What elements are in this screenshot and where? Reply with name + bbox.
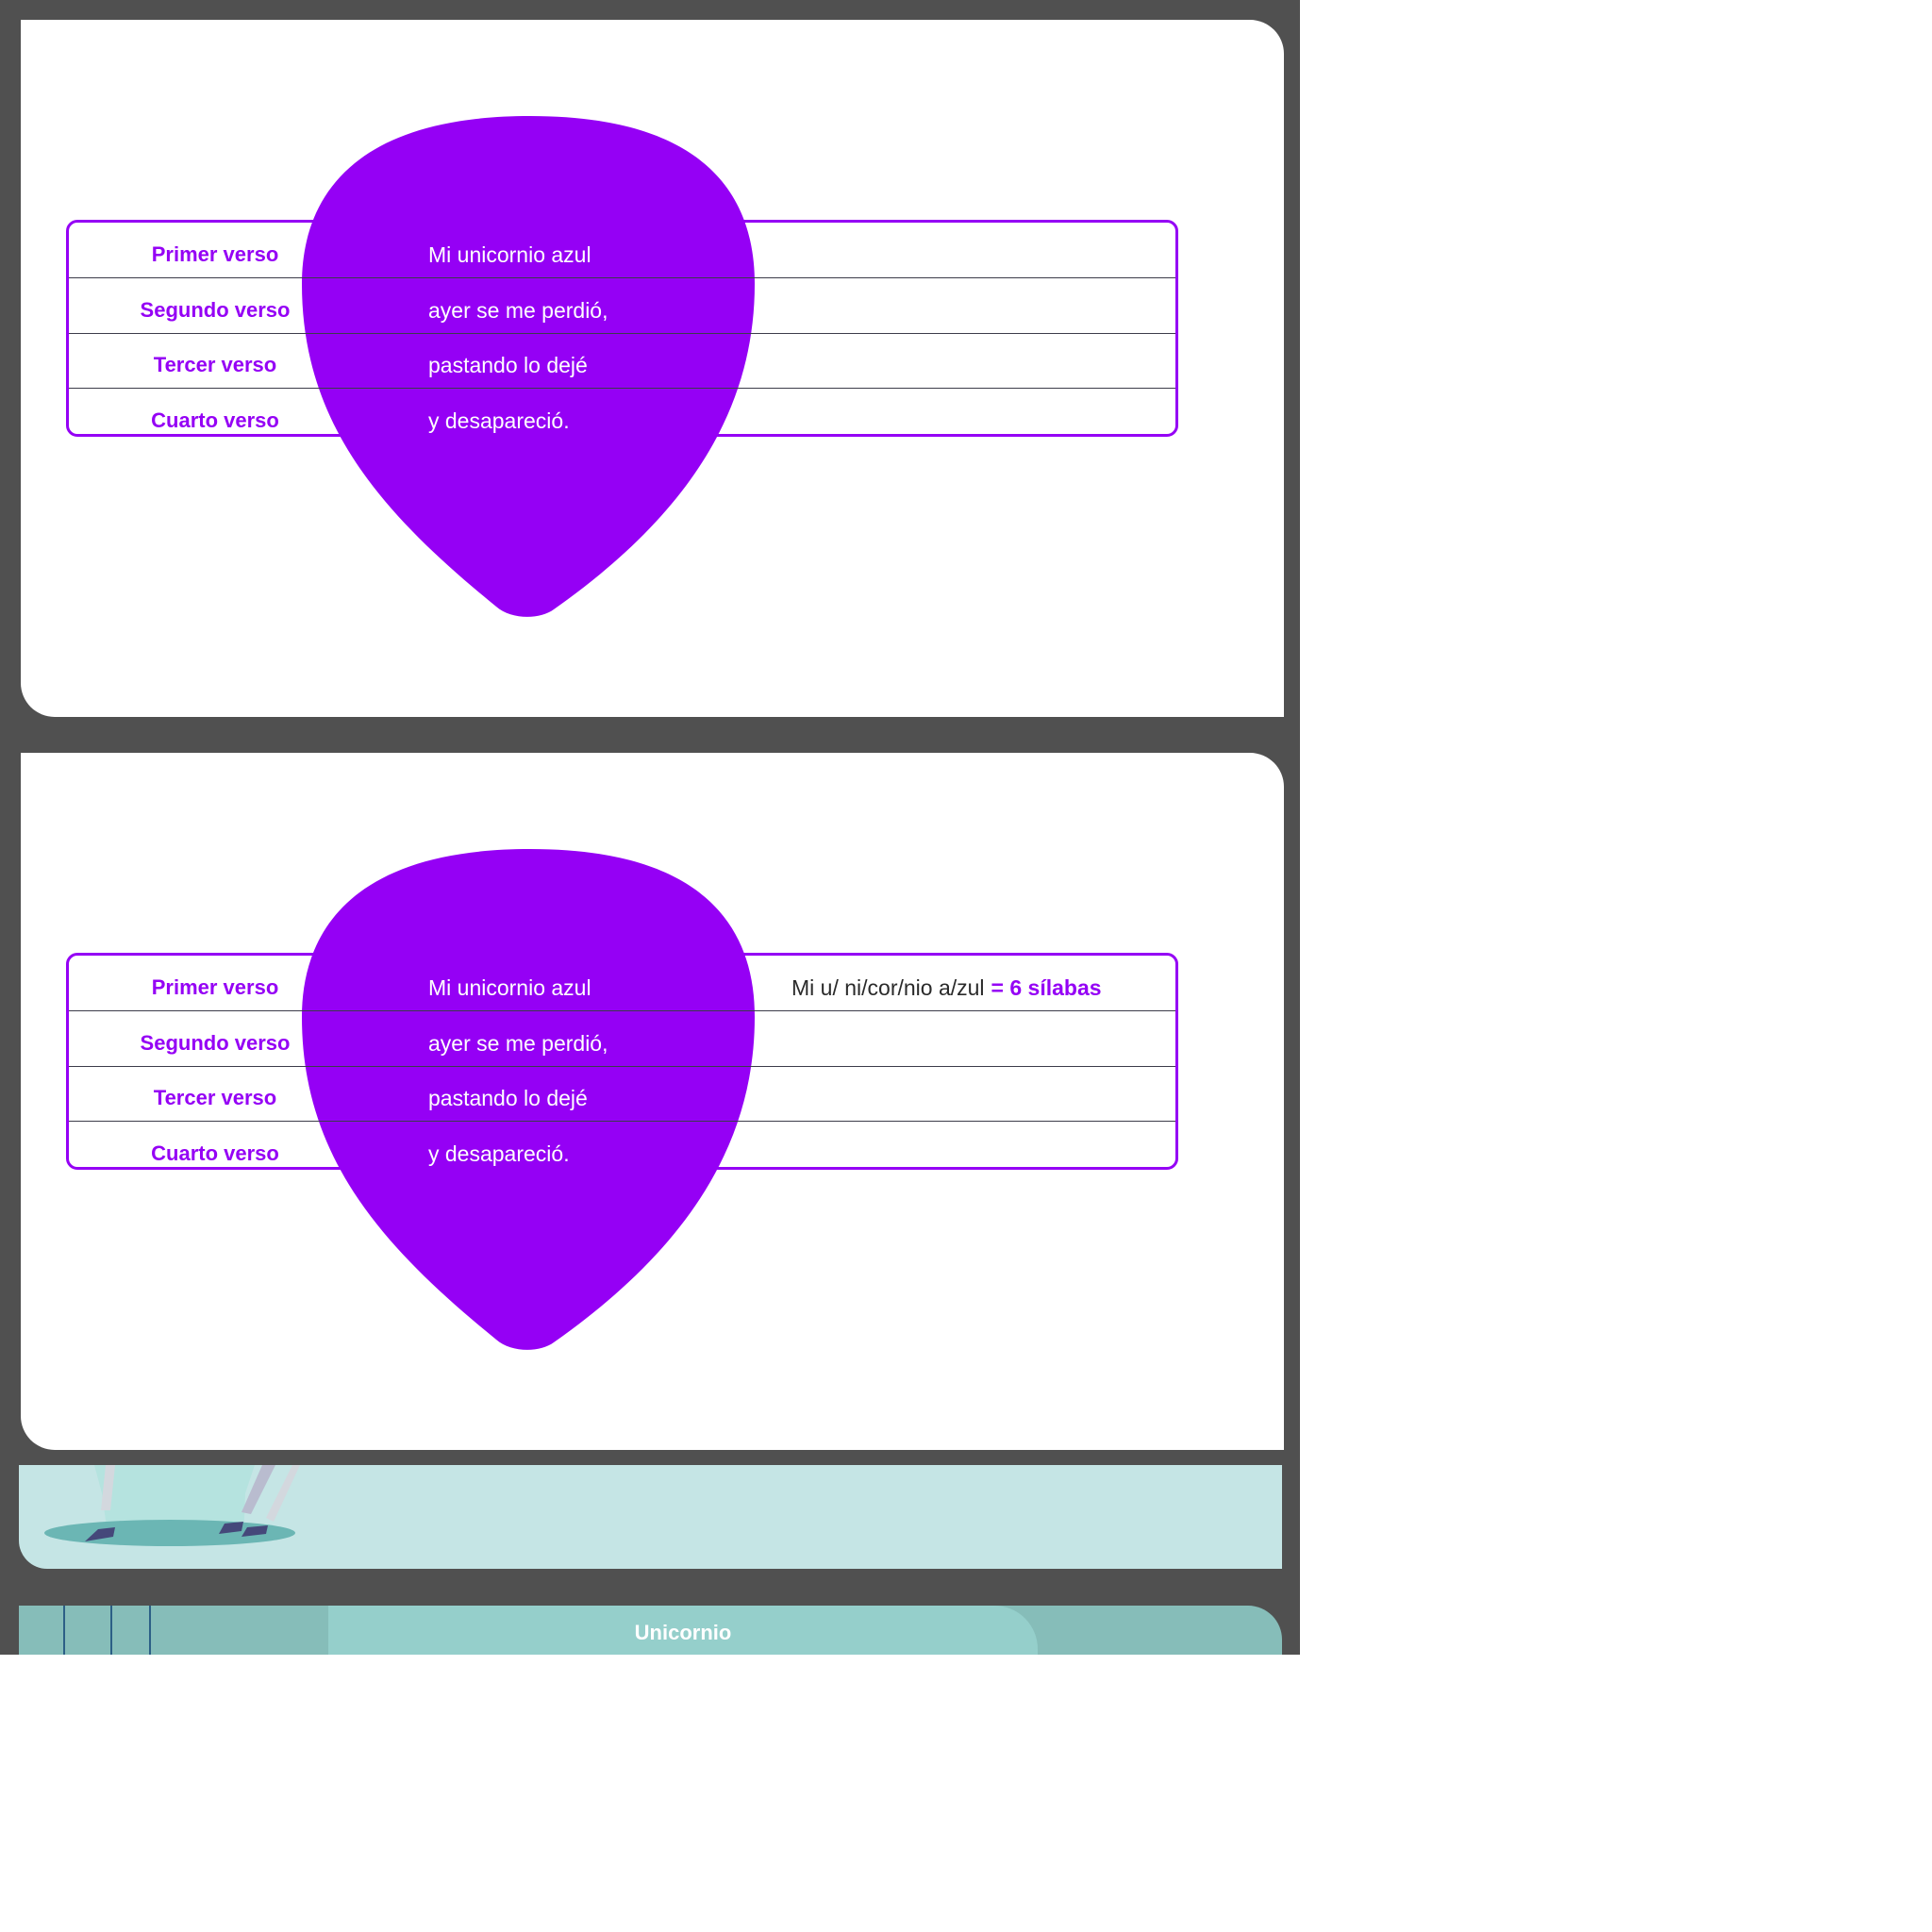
verse-label: Cuarto verso [151, 1141, 279, 1165]
syllable-count: = 6 sílabas [991, 974, 1102, 1000]
slide-2[interactable]: Primer verso Mi unicornio azul Mi u/ ni/… [21, 753, 1284, 1450]
table-row: Segundo verso ayer se me perdió, [69, 278, 1175, 334]
verse-text: y desapareció. [428, 408, 570, 433]
table-row: Tercer verso pastando lo dejé [69, 333, 1175, 389]
verse-label: Tercer verso [153, 353, 277, 376]
verse-text: Mi unicornio azul [428, 974, 591, 1000]
verse-text: Mi unicornio azul [428, 242, 591, 267]
divider-line [63, 1606, 65, 1655]
table-row: Segundo verso ayer se me perdió, [69, 1011, 1175, 1067]
divider-line [110, 1606, 112, 1655]
slide-title-banner: Unicornio [328, 1606, 1038, 1655]
table-row: Cuarto verso y desapareció. [69, 1122, 1175, 1176]
slide-1[interactable]: Primer verso Mi unicornio azul Segundo v… [21, 20, 1284, 717]
verse-label: Tercer verso [153, 1086, 277, 1109]
table-row: Tercer verso pastando lo dejé [69, 1066, 1175, 1122]
verse-label: Cuarto verso [151, 408, 279, 432]
verse-text: pastando lo dejé [428, 352, 588, 377]
slide-3-partial[interactable] [19, 1465, 1282, 1569]
table-row: Primer verso Mi unicornio azul Mi u/ ni/… [69, 956, 1175, 1011]
verse-table: Primer verso Mi unicornio azul Segundo v… [66, 220, 1178, 437]
syllable-split: Mi u/ ni/cor/nio a/zul [791, 974, 985, 1000]
verse-label: Segundo verso [140, 1031, 291, 1055]
slide-title: Unicornio [634, 1621, 732, 1644]
slide-viewer[interactable]: Primer verso Mi unicornio azul Segundo v… [0, 0, 1300, 1655]
verse-label: Primer verso [151, 975, 279, 999]
verse-label: Segundo verso [140, 298, 291, 322]
table-row: Primer verso Mi unicornio azul [69, 223, 1175, 278]
table-row: Cuarto verso y desapareció. [69, 389, 1175, 443]
verse-table: Primer verso Mi unicornio azul Mi u/ ni/… [66, 953, 1178, 1170]
divider-line [149, 1606, 151, 1655]
unicorn-legs-illustration [44, 1465, 300, 1546]
verse-text: ayer se me perdió, [428, 1030, 608, 1056]
verse-text: y desapareció. [428, 1141, 570, 1166]
verse-label: Primer verso [151, 242, 279, 266]
syllable-division: Mi u/ ni/cor/nio a/zul = 6 sílabas [791, 956, 1102, 1010]
verse-text: ayer se me perdió, [428, 297, 608, 323]
verse-text: pastando lo dejé [428, 1085, 588, 1110]
slide-4-partial[interactable]: Unicornio [19, 1606, 1282, 1655]
